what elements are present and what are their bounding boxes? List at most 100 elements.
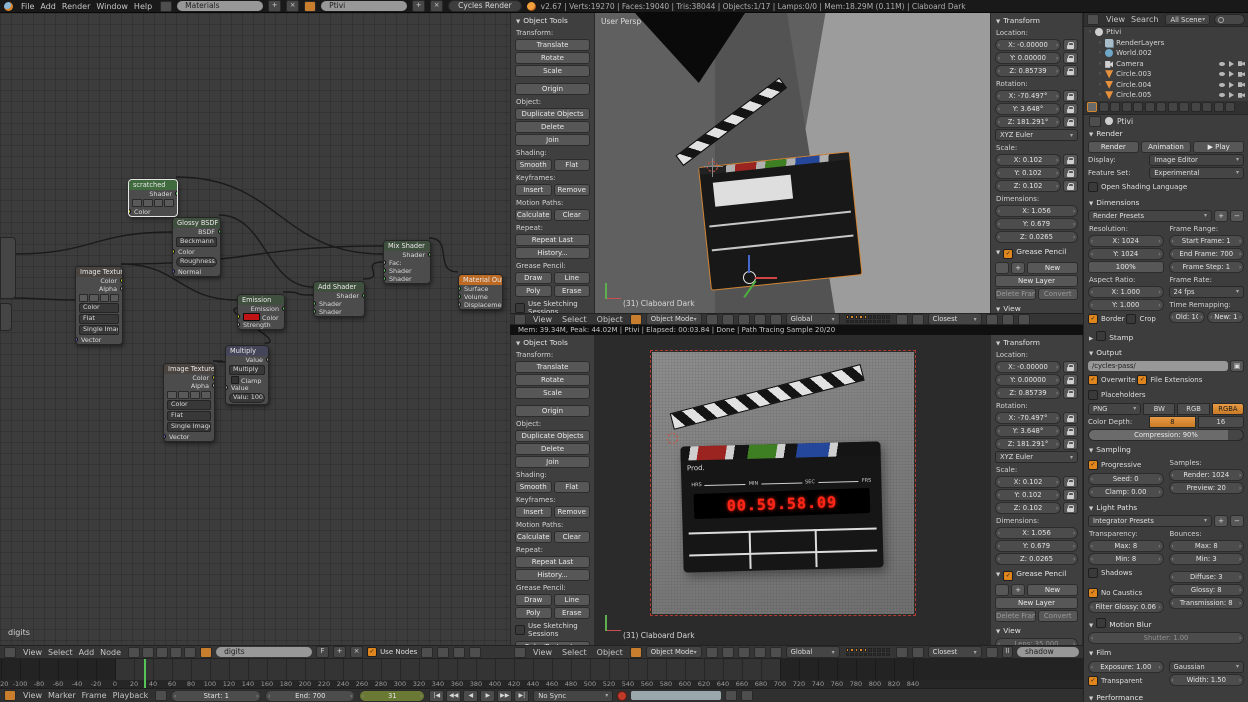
- input-socket[interactable]: [173, 269, 175, 274]
- disclosure-triangle-icon[interactable]: ▶: [1089, 336, 1093, 342]
- layer-cell[interactable]: [846, 653, 850, 657]
- increment-arrow[interactable]: ›: [1237, 470, 1243, 480]
- increment-arrow[interactable]: ›: [1071, 528, 1077, 538]
- selectability-toggle[interactable]: [1229, 82, 1234, 88]
- visibility-toggle[interactable]: [1219, 62, 1225, 66]
- button-translate[interactable]: Translate: [515, 361, 590, 373]
- remove-preset-button[interactable]: −: [1230, 210, 1244, 222]
- node-editor-menu-select[interactable]: Select: [45, 648, 76, 657]
- button-join[interactable]: Join: [515, 456, 590, 468]
- timeline-menu-playback[interactable]: Playback: [110, 691, 152, 700]
- editor-type-icon[interactable]: [514, 647, 526, 658]
- node-mix-shader[interactable]: Mix ShaderShaderFac:ShaderShader: [383, 240, 431, 284]
- toggle-depth-8[interactable]: 8: [1149, 416, 1195, 428]
- node-input-value[interactable]: Value: [226, 384, 268, 392]
- button-scale[interactable]: Scale: [515, 387, 590, 399]
- input-socket[interactable]: [384, 268, 386, 273]
- increment-arrow[interactable]: ›: [1054, 66, 1060, 76]
- topbar-menu-add[interactable]: Add: [37, 2, 59, 11]
- viewport-menu-view[interactable]: View: [530, 648, 555, 657]
- outliner-item-ptivi[interactable]: ◦Ptivi: [1084, 27, 1248, 38]
- outliner-item-camera[interactable]: ◦Camera: [1084, 59, 1248, 70]
- button-calculate[interactable]: Calculate: [515, 531, 552, 543]
- layer-cell[interactable]: [882, 315, 886, 319]
- expand-icon[interactable]: ◦: [1098, 60, 1102, 68]
- disclosure-triangle-icon[interactable]: ▼: [996, 572, 1000, 578]
- snap-element-select[interactable]: Closest▾: [928, 313, 982, 325]
- input-socket[interactable]: [314, 309, 316, 314]
- node-dropdown-flat[interactable]: Flat: [79, 314, 119, 324]
- timeline-playhead[interactable]: [144, 659, 146, 688]
- add-icon[interactable]: +: [1011, 262, 1025, 274]
- increment-arrow[interactable]: ›: [1237, 585, 1243, 595]
- outliner-search-input[interactable]: [1214, 14, 1245, 25]
- material-name-field[interactable]: Materials: [177, 1, 263, 11]
- manipulator-translate-icon[interactable]: [738, 314, 750, 325]
- number-field-y-1024[interactable]: ‹Y: 1024›: [1088, 248, 1164, 260]
- checkbox-progressive[interactable]: ✓Progressive: [1088, 460, 1141, 470]
- node-output-alpha[interactable]: Alpha: [76, 285, 122, 293]
- frame-end-field[interactable]: ‹End: 700›: [265, 690, 355, 702]
- node-input-vector[interactable]: Vector: [164, 433, 214, 441]
- insert-keyframe-icon[interactable]: [725, 690, 737, 701]
- node-editor-menu-node[interactable]: Node: [97, 648, 124, 657]
- tab-scene-icon[interactable]: [1110, 102, 1120, 112]
- visibility-toggle[interactable]: [1219, 93, 1225, 97]
- use-nodes-toggle[interactable]: ✓Use Nodes: [367, 647, 417, 657]
- expand-icon[interactable]: ◦: [1098, 49, 1102, 57]
- panel-header-stamp[interactable]: ▶Stamp: [1088, 330, 1244, 344]
- snap-magnet-icon[interactable]: [912, 314, 924, 325]
- input-socket[interactable]: [459, 286, 461, 291]
- panel-header-render[interactable]: ▼Render: [1088, 128, 1244, 140]
- layer-cell[interactable]: [868, 315, 872, 319]
- button-history[interactable]: History...: [515, 569, 590, 581]
- lock-icon[interactable]: [1063, 39, 1078, 51]
- delete-keyframe-icon[interactable]: [741, 690, 753, 701]
- checkbox-box[interactable]: ✓: [1088, 375, 1098, 385]
- button-new[interactable]: New: [1027, 262, 1078, 274]
- image-selector-part[interactable]: [201, 391, 211, 399]
- lock-icon[interactable]: [896, 314, 908, 325]
- input-socket[interactable]: [384, 276, 386, 281]
- lock-icon[interactable]: [1063, 412, 1078, 424]
- button-100[interactable]: 100%: [1088, 261, 1164, 273]
- layer-cell[interactable]: [850, 653, 854, 657]
- image-selector[interactable]: [79, 294, 119, 302]
- number-field-x-1-056[interactable]: ‹X: 1.056›: [995, 527, 1078, 539]
- disclosure-triangle-icon[interactable]: ▼: [1089, 448, 1093, 454]
- layer-cell[interactable]: [886, 653, 890, 657]
- clapper-board[interactable]: [698, 151, 863, 291]
- panel-header-motion-blur[interactable]: ▼Motion Blur: [1088, 617, 1244, 631]
- number-field-y-0-102[interactable]: ‹Y: 0.102›: [995, 489, 1061, 501]
- outliner-item-renderlayers[interactable]: ◦RenderLayers: [1084, 38, 1248, 49]
- material-icon[interactable]: [200, 647, 212, 658]
- output-socket[interactable]: [218, 229, 220, 234]
- checkbox-box[interactable]: ✓: [1088, 588, 1098, 598]
- scene-datablock-icon[interactable]: [304, 1, 316, 12]
- layer-cell[interactable]: [864, 315, 868, 319]
- editor-type-icon[interactable]: [514, 314, 526, 325]
- topbar-menu-file[interactable]: File: [18, 2, 37, 11]
- disclosure-triangle-icon[interactable]: ▼: [996, 629, 1000, 635]
- checkbox-box[interactable]: ✓: [1088, 314, 1098, 324]
- render-toggle[interactable]: [1238, 93, 1245, 98]
- button-poly[interactable]: Poly: [515, 607, 552, 619]
- world-nodes-icon[interactable]: [142, 647, 154, 658]
- next-keyframe-button[interactable]: ▶▶: [497, 690, 512, 702]
- render-opengl-icon[interactable]: [986, 314, 998, 325]
- render-toggle[interactable]: [1238, 72, 1245, 77]
- lock-icon[interactable]: [1063, 361, 1078, 373]
- button-repeat-last[interactable]: Repeat Last: [515, 234, 590, 246]
- checkbox-box[interactable]: [1088, 182, 1098, 192]
- node-header[interactable]: Image Texture: [76, 267, 122, 277]
- manipulator-translate-icon[interactable]: [738, 647, 750, 658]
- pause-render-button[interactable]: II: [1002, 646, 1013, 658]
- tab-render-icon[interactable]: [1087, 102, 1097, 112]
- number-field-lens-35-000[interactable]: ‹Lens: 35.000›: [995, 638, 1078, 645]
- outliner-editor-icon[interactable]: [1087, 14, 1099, 25]
- increment-arrow[interactable]: ›: [1237, 554, 1243, 564]
- increment-arrow[interactable]: ›: [1071, 541, 1077, 551]
- node-input-vector[interactable]: Vector: [76, 336, 122, 344]
- toggle-rgba[interactable]: RGBA: [1212, 403, 1244, 415]
- image-selector-part[interactable]: [100, 294, 109, 302]
